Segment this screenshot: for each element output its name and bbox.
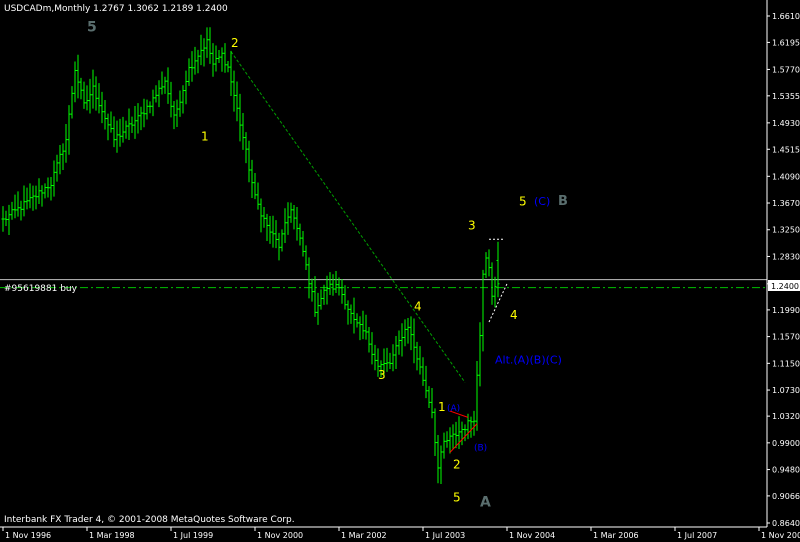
wave-label: 5	[453, 490, 461, 504]
price-tick-label: 1.1990	[772, 306, 800, 315]
wave-label: (A)	[447, 404, 460, 414]
wave-label: 5	[87, 19, 97, 35]
wave-label: 3	[468, 219, 476, 233]
price-tick-label: 1.0320	[772, 412, 800, 421]
price-tick-label: 1.5355	[772, 92, 800, 101]
price-tick-label: 1.6195	[772, 38, 800, 47]
current-price-label: 1.2400	[771, 282, 799, 291]
price-chart[interactable]: 5215 (C) B3443Alt.(A)(B)(C)1 (A)(B)25 A 1.66…	[0, 0, 800, 542]
wave-label: 2	[453, 457, 461, 471]
price-tick-label: 1.4090	[772, 172, 800, 181]
time-tick-label: 1 Mar 1998	[89, 531, 135, 540]
order-label[interactable]: #95619881 buy	[4, 284, 78, 294]
price-tick-label: 0.9900	[772, 439, 800, 448]
price-tick-label: 1.4515	[772, 145, 800, 154]
price-tick-label: 1.1570	[772, 333, 800, 342]
time-tick-label: 1 Nov 2000	[257, 531, 303, 540]
wave-label: 1	[438, 400, 446, 414]
price-tick-label: 1.1150	[772, 359, 800, 368]
price-tick-label: 1.3670	[772, 199, 800, 208]
time-tick-label: 1 Nov 2004	[509, 531, 555, 540]
wave-label: 3	[378, 368, 386, 382]
price-tick-label: 0.9066	[772, 492, 800, 501]
price-tick-label: 1.3250	[772, 226, 800, 235]
time-tick-label: 1 Jul 1999	[173, 531, 213, 540]
price-tick-label: 0.9480	[772, 466, 800, 475]
wave-label: 5	[519, 195, 527, 209]
wave-label: (B)	[474, 443, 487, 453]
price-tick-label: 1.2830	[772, 252, 800, 261]
time-tick-label: 1 Nov 2008	[761, 531, 800, 540]
wave-label: Alt.(A)(B)(C)	[495, 353, 562, 366]
chart-background	[0, 0, 800, 542]
symbol-info: USDCADm,Monthly 1.2767 1.3062 1.2189 1.2…	[4, 4, 228, 14]
price-tick-label: 1.5770	[772, 65, 800, 74]
price-tick-label: 1.0730	[772, 386, 800, 395]
wave-label: (C)	[534, 195, 550, 208]
time-tick-label: 1 Jul 2003	[425, 531, 465, 540]
wave-label: B	[558, 194, 568, 209]
wave-label: 4	[414, 300, 422, 314]
current-price-marker: 1.2400	[768, 280, 800, 291]
wave-label: A	[480, 494, 491, 510]
time-tick-label: 1 Nov 1996	[5, 531, 51, 540]
time-tick-label: 1 Mar 2006	[593, 531, 639, 540]
time-tick-label: 1 Mar 2002	[341, 531, 387, 540]
time-tick-label: 1 Jul 2007	[677, 531, 717, 540]
copyright-text: Interbank FX Trader 4, © 2001-2008 MetaQ…	[4, 515, 295, 525]
price-tick-label: 1.6610	[772, 12, 800, 21]
wave-label: 1	[201, 130, 209, 144]
price-tick-label: 1.4930	[772, 119, 800, 128]
wave-label: 4	[510, 308, 518, 322]
wave-label: 2	[231, 36, 239, 50]
price-tick-label: 0.8640	[772, 519, 800, 528]
